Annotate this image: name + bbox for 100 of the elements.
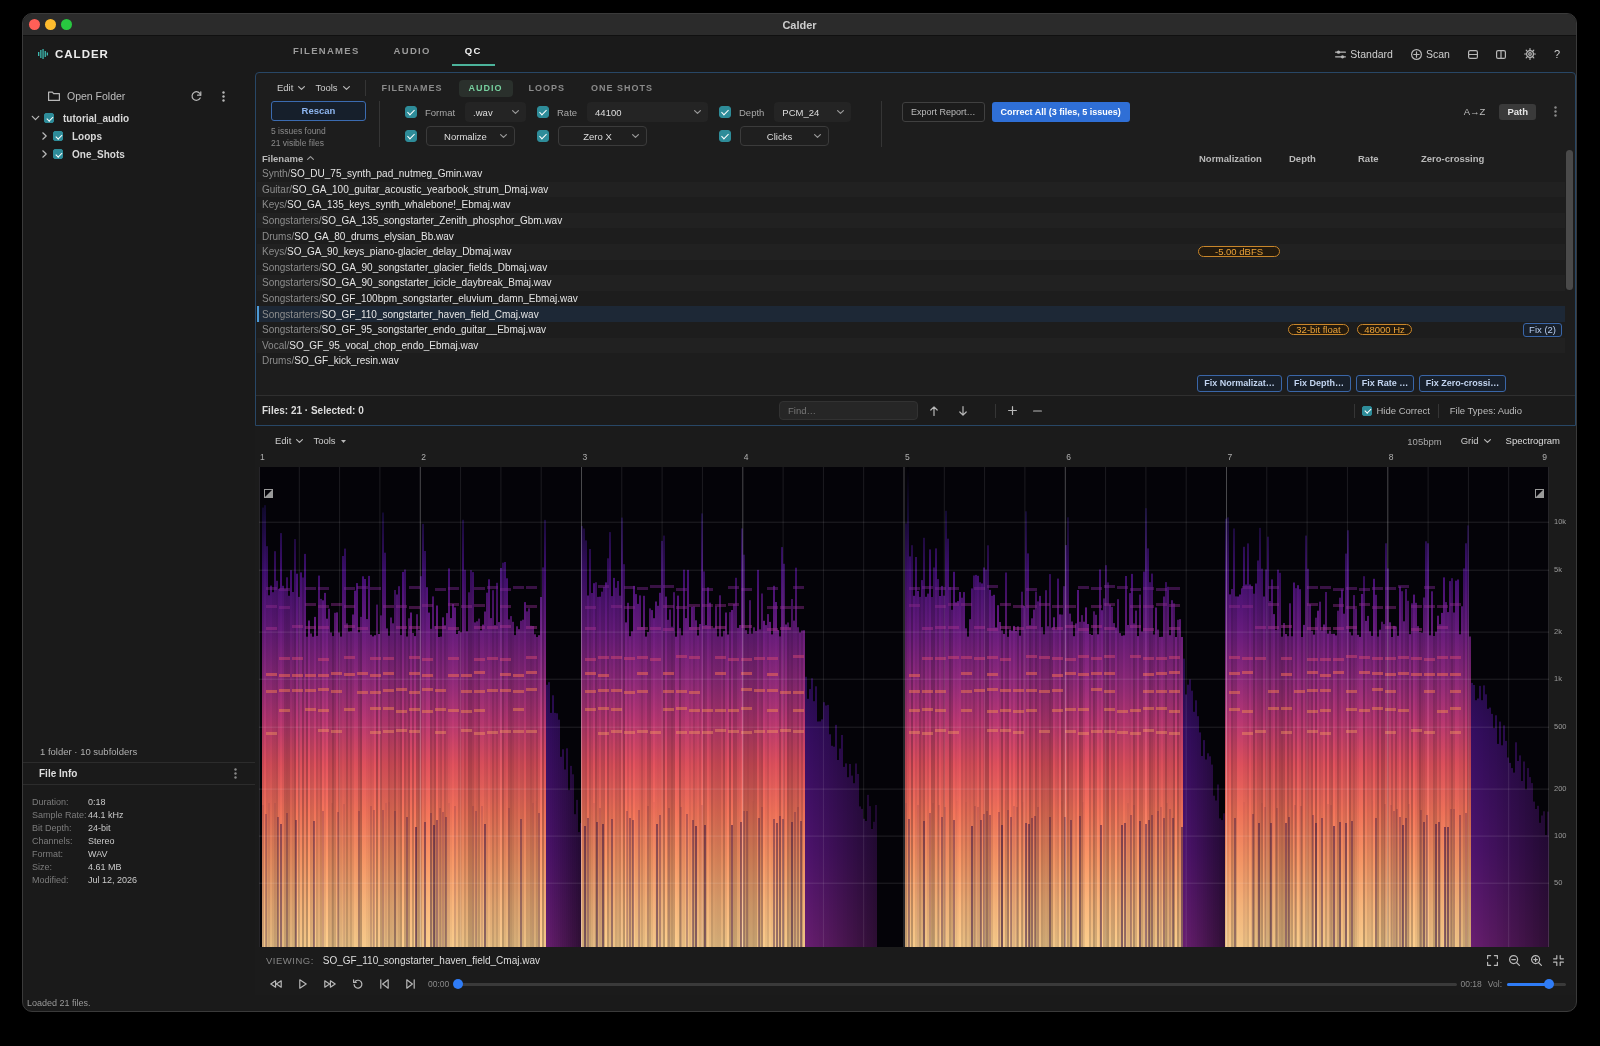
file-types-label: File Types: Audio: [1449, 405, 1522, 416]
menu-button[interactable]: Edit: [270, 431, 309, 451]
shrink-icon[interactable]: [1553, 954, 1564, 966]
checkbox[interactable]: [53, 131, 63, 141]
export-report-button[interactable]: Export Report…: [902, 102, 985, 122]
columns-layout-icon[interactable]: [1495, 49, 1506, 59]
file-row[interactable]: Songstarters/SO_GF_110_songstarter_haven_field_Cmaj.wav: [257, 306, 1565, 322]
dropdown[interactable]: Normalize: [426, 126, 515, 146]
file-row[interactable]: Guitar/SO_GA_100_guitar_acoustic_yearbook_strum_Dmaj.wav: [257, 181, 1565, 198]
fix-column-button[interactable]: Fix Normalizat…: [1197, 375, 1282, 392]
skip-forward-icon[interactable]: [406, 979, 415, 989]
dropdown[interactable]: Clicks: [740, 126, 829, 146]
settings-icon[interactable]: [1523, 48, 1536, 60]
fix-column-button[interactable]: Fix Depth…: [1287, 375, 1351, 392]
help-button[interactable]: ?: [1553, 46, 1560, 62]
loop-icon[interactable]: [353, 979, 363, 989]
scrollbar-thumb[interactable]: [1566, 150, 1573, 290]
checkbox[interactable]: [537, 106, 549, 118]
checkbox[interactable]: [719, 130, 731, 142]
folder-name[interactable]: tutorial_audio: [63, 112, 130, 124]
checkbox[interactable]: [537, 130, 549, 142]
file-row[interactable]: Songstarters/SO_GF_95_songstarter_endo_guitar__Ebmaj.wav 32-bit float 48000 Hz Fix (2): [257, 321, 1565, 338]
arrow-down-icon[interactable]: [959, 405, 967, 416]
standard-button[interactable]: Standard: [1335, 46, 1393, 62]
folder-name[interactable]: One_Shots: [72, 148, 125, 160]
tab[interactable]: LOOPS: [518, 79, 576, 97]
rewind-icon[interactable]: [270, 980, 282, 988]
checkbox[interactable]: [44, 113, 54, 123]
sort-option[interactable]: A→Z: [1455, 104, 1494, 120]
issue-badge: 48000 Hz: [1357, 324, 1412, 336]
zoom-window-icon[interactable]: [61, 19, 72, 30]
seek-thumb[interactable]: [453, 979, 464, 989]
sort-option[interactable]: Path: [1499, 104, 1536, 120]
zoom-out-icon[interactable]: [1509, 954, 1520, 966]
chevron-icon[interactable]: [42, 150, 47, 158]
correct-all-button[interactable]: Correct All (3 files, 5 issues): [991, 102, 1130, 122]
fast-forward-icon[interactable]: [324, 980, 336, 988]
file-row[interactable]: Synth/SO_DU_75_synth_pad_nutmeg_Gmin.wav: [257, 166, 1565, 182]
file-row[interactable]: Songstarters/SO_GA_135_songstarter_Zenith_phosphor_Gbm.wav: [257, 212, 1565, 229]
file-row[interactable]: Keys/SO_GA_135_keys_synth_whalebone!_Ebmaj.wav: [257, 197, 1565, 213]
column-header[interactable]: Depth: [1284, 150, 1321, 166]
tab[interactable]: FILENAMES: [371, 79, 453, 97]
scan-button[interactable]: Scan: [1410, 46, 1450, 62]
volume-thumb[interactable]: [1543, 979, 1554, 989]
sort-caret-icon: [307, 156, 315, 160]
fix-button[interactable]: Fix (2): [1523, 322, 1562, 337]
play-icon[interactable]: [299, 979, 307, 989]
minimize-window-icon[interactable]: [45, 19, 56, 30]
tab[interactable]: AUDIO: [458, 79, 513, 97]
nav-tab[interactable]: QC: [451, 38, 495, 66]
checkbox[interactable]: [1362, 405, 1373, 416]
nav-tab[interactable]: AUDIO: [380, 38, 444, 66]
dropdown[interactable]: Zero X: [558, 126, 647, 146]
menu-button[interactable]: Tools: [310, 78, 355, 98]
chevron-icon[interactable]: [42, 132, 47, 140]
chevron-icon[interactable]: [31, 115, 40, 121]
find-field[interactable]: Find…: [779, 401, 918, 420]
file-row[interactable]: Keys/SO_GA_90_keys_piano-glacier_delay_Dbmaj.wav -5.00 dBFS: [257, 243, 1565, 260]
menu-button[interactable]: Grid: [1455, 431, 1496, 451]
open-folder-button[interactable]: Open Folder: [48, 85, 126, 107]
menu-button[interactable]: Tools: [308, 431, 351, 451]
bar-number: 6: [1066, 452, 1071, 462]
file-row[interactable]: Drums/SO_GF_kick_resin.wav: [257, 353, 1565, 369]
view-mode-button[interactable]: Spectrogram: [1505, 433, 1560, 449]
zoom-in-icon[interactable]: [1531, 954, 1542, 966]
checkbox[interactable]: [405, 130, 417, 142]
more-icon[interactable]: [222, 90, 225, 102]
file-row[interactable]: Songstarters/SO_GA_90_songstarter_icicle_daybreak_Bmaj.wav: [257, 275, 1565, 291]
refresh-icon[interactable]: [191, 91, 202, 101]
rows-layout-icon[interactable]: [1467, 49, 1478, 59]
skip-back-icon[interactable]: [380, 979, 389, 989]
nav-tab[interactable]: FILENAMES: [280, 38, 373, 66]
arrow-up-icon[interactable]: [930, 405, 938, 416]
file-row[interactable]: Vocal/SO_GF_95_vocal_chop_endo_Ebmaj.wav: [257, 337, 1565, 354]
file-row[interactable]: Drums/SO_GA_80_drums_elysian_Bb.wav: [257, 228, 1565, 244]
tab[interactable]: ONE SHOTS: [581, 79, 664, 97]
file-row[interactable]: Songstarters/SO_GF_100bpm_songstarter_eluvium_damn_Ebmaj.wav: [257, 290, 1565, 307]
column-header[interactable]: Normalization: [1194, 150, 1267, 166]
rescan-button[interactable]: Rescan: [271, 101, 366, 121]
more-icon[interactable]: [234, 768, 237, 779]
more-icon[interactable]: [1554, 106, 1557, 117]
file-row[interactable]: Songstarters/SO_GA_90_songstarter_glacier_fields_Dbmaj.wav: [257, 259, 1565, 276]
checkbox[interactable]: [53, 149, 63, 159]
column-header[interactable]: Zero-crossing: [1416, 150, 1490, 166]
folder-name[interactable]: Loops: [72, 130, 102, 142]
menu-button[interactable]: Edit: [272, 78, 311, 98]
checkbox[interactable]: [719, 106, 731, 118]
dropdown[interactable]: 44100: [587, 102, 708, 122]
fix-column-button[interactable]: Fix Rate …: [1356, 375, 1414, 392]
close-window-icon[interactable]: [29, 19, 40, 30]
dropdown[interactable]: PCM_24: [774, 102, 851, 122]
checkbox[interactable]: [405, 106, 417, 118]
plus-icon[interactable]: [1008, 406, 1017, 415]
column-header[interactable]: Rate: [1353, 150, 1384, 166]
column-header[interactable]: Filename: [257, 150, 320, 166]
minus-icon[interactable]: [1033, 409, 1042, 412]
fullscreen-icon[interactable]: [1487, 954, 1498, 966]
volume-slider[interactable]: [1507, 982, 1566, 986]
dropdown[interactable]: .wav: [465, 102, 526, 122]
fix-column-button[interactable]: Fix Zero-crossi…: [1419, 375, 1506, 392]
